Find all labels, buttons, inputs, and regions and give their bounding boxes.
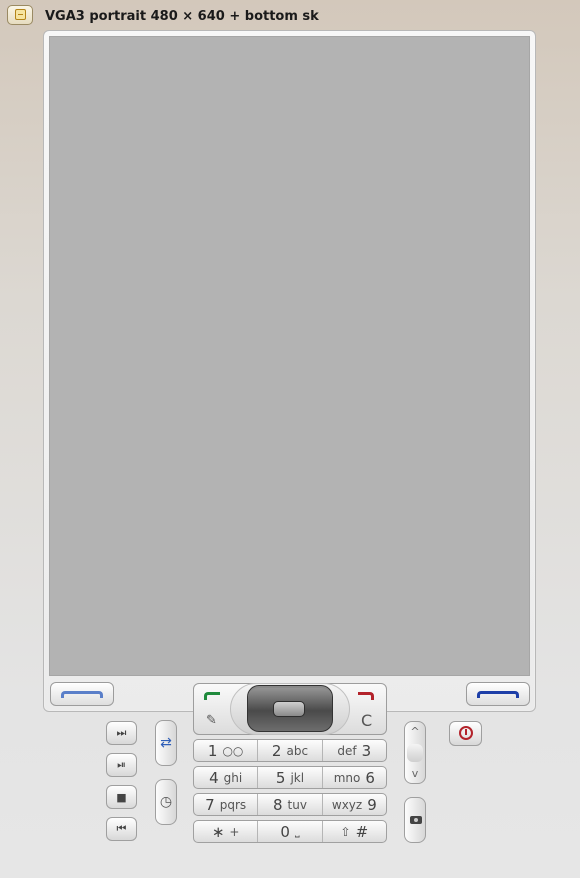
camera-button[interactable] [404, 797, 426, 843]
key-digit: 4 [209, 768, 219, 787]
keypad-key[interactable]: 2 abc [258, 740, 323, 761]
right-softkey-icon [477, 691, 519, 698]
key-digit: # [355, 822, 369, 841]
volume-up-icon[interactable]: ^ [405, 725, 425, 738]
key-letters: abc [286, 743, 309, 758]
key-letters: tuv [287, 797, 307, 812]
keypad-key[interactable]: 1 ○○ [194, 740, 259, 761]
left-softkey-icon [61, 691, 103, 698]
next-track-icon: ⏭ [116, 726, 127, 739]
media-stop-button[interactable]: ■ [106, 785, 137, 809]
power-icon [459, 726, 473, 740]
keypad-row: 1 ○○ 2 abc def 3 [193, 739, 387, 762]
right-softkey-button[interactable] [466, 682, 530, 706]
key-letters: ⎵ [294, 824, 300, 838]
key-letters: ○○ [222, 743, 244, 758]
device-screen[interactable] [49, 36, 530, 676]
clock-icon: ◷ [159, 794, 173, 810]
keypad-key[interactable]: ∗ + [194, 821, 259, 842]
key-letters: jkl [290, 770, 305, 785]
keypad-key[interactable]: mno 6 [323, 767, 386, 788]
clock-button[interactable]: ◷ [155, 779, 177, 825]
key-digit: ∗ [211, 822, 225, 841]
call-button[interactable] [204, 692, 220, 700]
key-letters: mno [333, 770, 361, 785]
key-digit: 0 [280, 822, 290, 841]
end-call-button[interactable] [358, 692, 374, 700]
play-pause-icon: ⏯ [117, 758, 126, 771]
keypad-key[interactable]: 7 pqrs [194, 794, 259, 815]
key-digit: 2 [271, 741, 282, 760]
volume-rocker[interactable]: ^ v [404, 721, 426, 784]
key-digit: 8 [273, 795, 283, 814]
window-title: VGA3 portrait 480 × 640 + bottom sk [45, 9, 319, 24]
power-button[interactable] [449, 721, 482, 746]
media-next-button[interactable]: ⏭ [106, 721, 137, 745]
media-previous-button[interactable]: ⏮ [106, 817, 137, 841]
keypad-key[interactable]: 4 ghi [194, 767, 259, 788]
key-letters: ghi [223, 770, 243, 785]
keypad-key[interactable]: def 3 [323, 740, 386, 761]
key-digit: 7 [205, 795, 215, 814]
previous-track-icon: ⏮ [116, 822, 127, 835]
select-button[interactable] [273, 701, 305, 717]
key-letters: + [229, 824, 240, 839]
clear-button[interactable]: C [361, 711, 372, 730]
key-digit: 5 [275, 768, 286, 787]
stop-icon: ■ [116, 790, 127, 804]
keypad-key[interactable]: wxyz 9 [323, 794, 386, 815]
camera-icon [410, 816, 422, 824]
keypad-key[interactable]: 0 ⎵ [258, 821, 323, 842]
media-play-pause-button[interactable]: ⏯ [106, 753, 137, 777]
key-digit: 6 [365, 768, 375, 787]
keypad-row: 7 pqrs 8 tuv wxyz 9 [193, 793, 387, 816]
key-letters: def [337, 743, 357, 758]
key-digit: 3 [361, 741, 372, 760]
volume-down-icon[interactable]: v [405, 767, 425, 780]
menu-swap-icon: ⇄ [160, 735, 172, 751]
left-softkey-button[interactable] [50, 682, 114, 706]
keypad-key[interactable]: 5 jkl [258, 767, 323, 788]
menu-button[interactable]: ⇄ [155, 720, 177, 766]
keypad-row: ∗ +0 ⎵ ⇧ # [193, 820, 387, 843]
keypad-row: 4 ghi 5 jkl mno 6 [193, 766, 387, 789]
window-menu-icon[interactable] [7, 5, 33, 25]
keypad-key[interactable]: 8 tuv [258, 794, 323, 815]
key-letters: pqrs [219, 797, 247, 812]
key-letters: wxyz [331, 797, 363, 812]
key-letters: ⇧ [340, 824, 351, 839]
key-digit: 9 [367, 795, 377, 814]
keypad-key[interactable]: ⇧ # [323, 821, 386, 842]
key-digit: 1 [207, 741, 218, 760]
edit-pencil-icon[interactable]: ✎ [206, 713, 217, 728]
